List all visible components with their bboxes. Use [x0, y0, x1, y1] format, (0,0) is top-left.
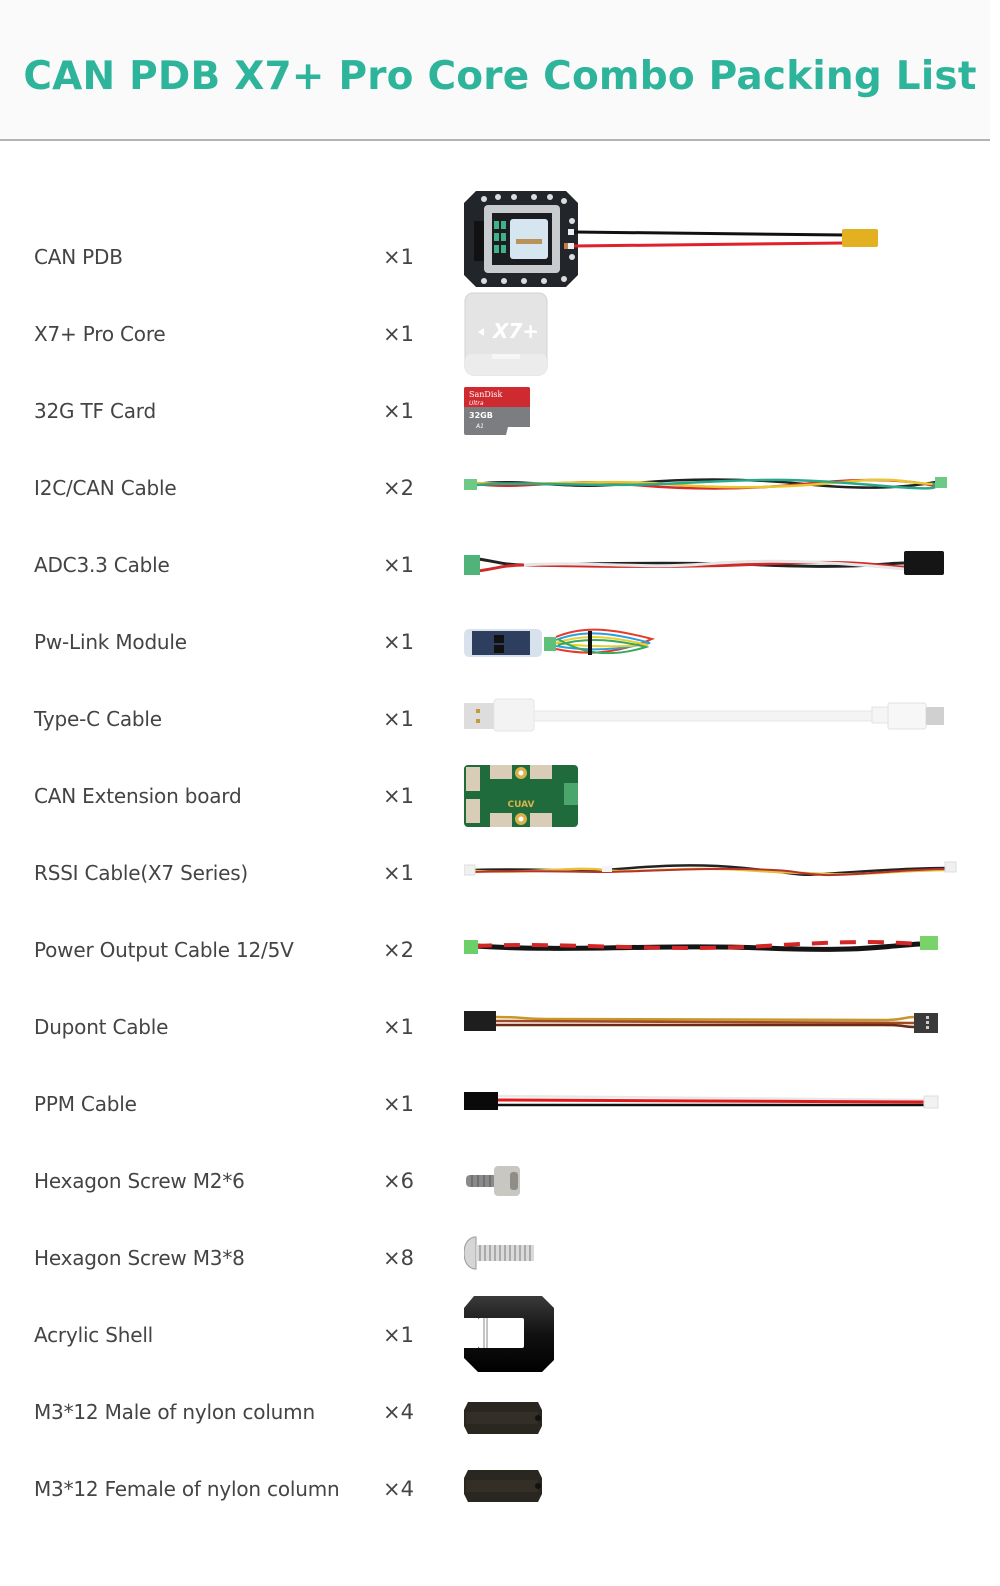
- list-item: Hexagon Screw M2*6 ×6: [0, 1142, 1000, 1219]
- list-item: PPM Cable ×1: [0, 1065, 1000, 1142]
- item-quantity: ×1: [383, 783, 414, 808]
- adc-cable-image: [464, 550, 948, 579]
- rssi-cable-image: [464, 860, 958, 882]
- item-name: 32G TF Card: [34, 398, 156, 423]
- button-screw-m3-image: [464, 1235, 536, 1271]
- item-name: Hexagon Screw M3*8: [34, 1245, 245, 1270]
- x7-logo-text: X7+: [491, 319, 539, 343]
- card-line: Ultra: [469, 400, 484, 407]
- list-item: I2C/CAN Cable ×2: [0, 449, 1000, 526]
- can-extension-board-image: CUAV: [464, 763, 580, 829]
- list-item: X7+ Pro Core ×1 X7+: [0, 292, 1000, 375]
- hex-screw-m2-image: [464, 1164, 522, 1198]
- list-item: Power Output Cable 12/5V ×2: [0, 911, 1000, 988]
- item-quantity: ×1: [383, 321, 414, 346]
- x7-core-image: X7+: [464, 292, 548, 376]
- item-name: ADC3.3 Cable: [34, 552, 170, 577]
- ppm-cable-image: [464, 1090, 940, 1110]
- item-quantity: ×4: [383, 1476, 414, 1501]
- board-logo: CUAV: [508, 800, 535, 810]
- item-quantity: ×1: [383, 860, 414, 885]
- list-item: Dupont Cable ×1: [0, 988, 1000, 1065]
- nylon-standoff-male-image: [464, 1401, 544, 1434]
- item-quantity: ×4: [383, 1399, 414, 1424]
- tf-card-image: SanDisk Ultra 32GB A1: [464, 386, 530, 435]
- nylon-standoff-female-image: [464, 1469, 544, 1502]
- card-class: A1: [475, 423, 484, 430]
- pdb-board-image: [464, 190, 884, 287]
- item-name: M3*12 Female of nylon column: [34, 1476, 340, 1501]
- item-name: RSSI Cable(X7 Series): [34, 860, 249, 885]
- pw-link-module-image: [464, 625, 656, 659]
- list-item: 32G TF Card ×1 SanDisk Ultra 32GB A1: [0, 372, 1000, 449]
- item-name: CAN Extension board: [34, 783, 242, 808]
- item-quantity: ×6: [383, 1168, 414, 1193]
- item-quantity: ×2: [383, 937, 414, 962]
- item-name: I2C/CAN Cable: [34, 475, 177, 500]
- item-name: Power Output Cable 12/5V: [34, 937, 294, 962]
- item-name: M3*12 Male of nylon column: [34, 1399, 315, 1424]
- list-item: Pw-Link Module ×1: [0, 603, 1000, 680]
- i2c-can-cable-image: [464, 476, 948, 492]
- item-name: Pw-Link Module: [34, 629, 187, 654]
- item-name: X7+ Pro Core: [34, 321, 166, 346]
- item-name: Hexagon Screw M2*6: [34, 1168, 245, 1193]
- acrylic-shell-image: [464, 1295, 554, 1372]
- type-c-cable-image: [464, 697, 948, 733]
- item-name: Type-C Cable: [34, 706, 162, 731]
- item-quantity: ×1: [383, 629, 414, 654]
- list-item: RSSI Cable(X7 Series) ×1: [0, 834, 1000, 911]
- item-name: Dupont Cable: [34, 1014, 169, 1039]
- list-item: M3*12 Female of nylon column ×4: [0, 1450, 1000, 1527]
- card-brand: SanDisk: [469, 390, 502, 399]
- page-title: CAN PDB X7+ Pro Core Combo Packing List: [23, 54, 977, 99]
- item-name: PPM Cable: [34, 1091, 137, 1116]
- dupont-cable-image: [464, 1009, 940, 1033]
- list-item: M3*12 Male of nylon column ×4: [0, 1373, 1000, 1450]
- item-name: CAN PDB: [34, 244, 123, 269]
- item-quantity: ×1: [383, 1014, 414, 1039]
- card-capacity: 32GB: [469, 411, 493, 420]
- item-quantity: ×8: [383, 1245, 414, 1270]
- list-item: Acrylic Shell ×1: [0, 1295, 1000, 1373]
- list-item: CAN PDB ×1: [0, 190, 1000, 295]
- item-quantity: ×1: [383, 1322, 414, 1347]
- item-quantity: ×1: [383, 1091, 414, 1116]
- item-quantity: ×1: [383, 244, 414, 269]
- item-name: Acrylic Shell: [34, 1322, 154, 1347]
- list-item: Type-C Cable ×1: [0, 680, 1000, 757]
- list-item: ADC3.3 Cable ×1: [0, 526, 1000, 603]
- item-quantity: ×1: [383, 398, 414, 423]
- power-output-cable-image: [464, 935, 944, 958]
- item-quantity: ×1: [383, 706, 414, 731]
- item-quantity: ×2: [383, 475, 414, 500]
- item-quantity: ×1: [383, 552, 414, 577]
- list-item: CAN Extension board ×1 CUAV: [0, 757, 1000, 834]
- list-item: Hexagon Screw M3*8 ×8: [0, 1219, 1000, 1296]
